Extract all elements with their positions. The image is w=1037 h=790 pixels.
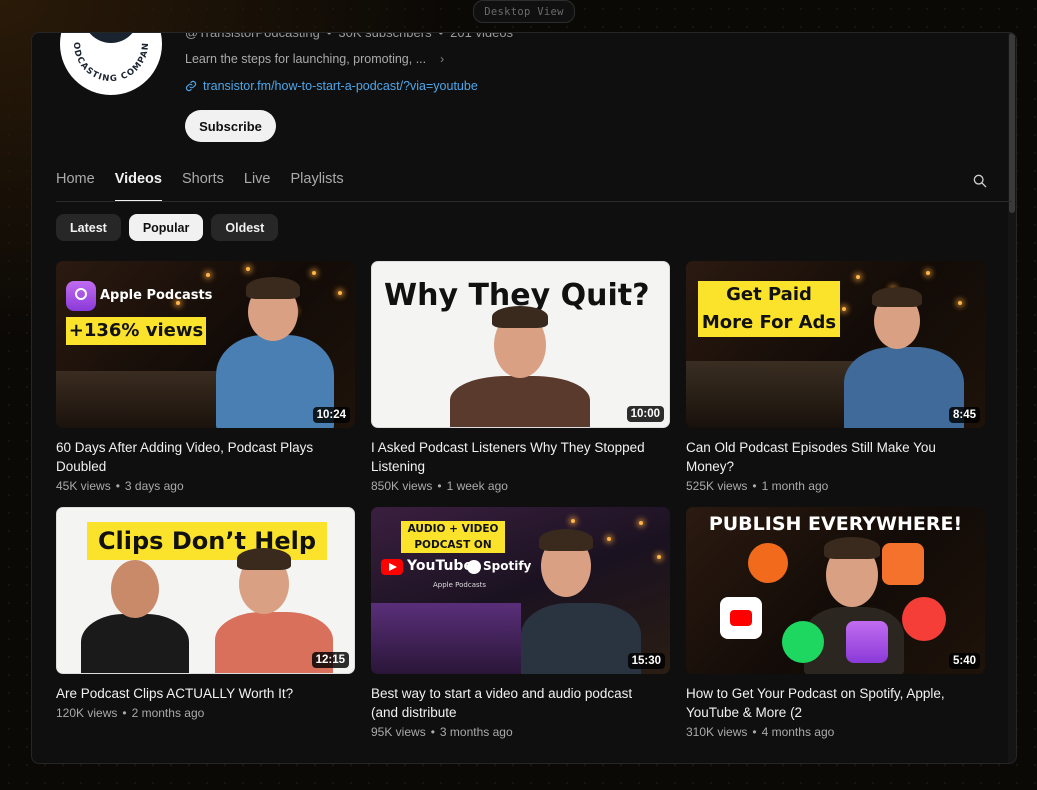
tab-videos[interactable]: Videos bbox=[114, 160, 163, 202]
thumbnail-label: Clips Don’t Help bbox=[87, 522, 327, 560]
video-card[interactable]: PUBLISH EVERYWHERE! 5:40 How to Get Your… bbox=[686, 507, 985, 739]
channel-description-text: Learn the steps for launching, promoting… bbox=[185, 52, 427, 66]
tab-home[interactable]: Home bbox=[56, 160, 95, 202]
tabs-divider bbox=[56, 201, 1012, 202]
video-thumbnail[interactable]: Why They Quit? 10:00 bbox=[371, 261, 670, 428]
thumbnail-label: AUDIO + VIDEO bbox=[401, 521, 505, 537]
video-views: 310K views bbox=[686, 725, 748, 739]
video-duration: 5:40 bbox=[948, 653, 980, 669]
video-views: 850K views bbox=[371, 479, 433, 493]
channel-avatar[interactable]: PODCASTING COMPANY bbox=[60, 33, 162, 95]
video-views: 120K views bbox=[56, 706, 118, 720]
thumbnail-label: More For Ads bbox=[698, 309, 840, 337]
youtube-channel-window: PODCASTING COMPANY @TransistorPodcasting… bbox=[31, 32, 1017, 764]
channel-tabs: Home Videos Shorts Live Playlists bbox=[56, 160, 996, 202]
video-views: 45K views bbox=[56, 479, 111, 493]
video-card[interactable]: Clips Don’t Help 12:15 Are Podcast Clips… bbox=[56, 507, 355, 739]
video-views: 525K views bbox=[686, 479, 748, 493]
scrollbar[interactable] bbox=[1008, 33, 1016, 763]
video-card[interactable]: Apple Podcasts +136% views 10:24 60 Days… bbox=[56, 261, 355, 493]
video-age: 3 days ago bbox=[124, 479, 184, 493]
scrollbar-thumb[interactable] bbox=[1009, 33, 1015, 213]
video-duration: 8:45 bbox=[948, 407, 980, 423]
chip-latest[interactable]: Latest bbox=[56, 214, 121, 241]
thumbnail-label: YouTube bbox=[407, 558, 473, 574]
video-grid: Apple Podcasts +136% views 10:24 60 Days… bbox=[56, 261, 986, 739]
desktop-view-label: Desktop View bbox=[473, 0, 575, 23]
thumbnail-label: PODCAST ON bbox=[401, 537, 505, 553]
thumbnail-label: PUBLISH EVERYWHERE! bbox=[708, 513, 963, 535]
video-duration: 12:15 bbox=[311, 652, 349, 668]
video-age: 1 week ago bbox=[446, 479, 508, 493]
channel-handle: @TransistorPodcasting bbox=[185, 32, 320, 40]
tab-live[interactable]: Live bbox=[244, 160, 271, 202]
sort-chips: Latest Popular Oldest bbox=[56, 214, 279, 241]
video-card[interactable]: Why They Quit? 10:00 I Asked Podcast Lis… bbox=[371, 261, 670, 493]
subscriber-count: 30K subscribers bbox=[338, 32, 432, 40]
video-card[interactable]: Get Paid More For Ads 8:45 Can Old Podca… bbox=[686, 261, 985, 493]
video-title[interactable]: Are Podcast Clips ACTUALLY Worth It? bbox=[56, 684, 346, 703]
video-thumbnail[interactable]: Clips Don’t Help 12:15 bbox=[56, 507, 355, 674]
chip-popular[interactable]: Popular bbox=[128, 214, 204, 241]
channel-meta: @TransistorPodcasting • 30K subscribers • 20… bbox=[185, 32, 514, 40]
chevron-right-icon[interactable]: › bbox=[440, 52, 444, 66]
video-age: 2 months ago bbox=[131, 706, 205, 720]
video-thumbnail[interactable]: PUBLISH EVERYWHERE! 5:40 bbox=[686, 507, 985, 674]
video-meta: 525K views • 1 month ago bbox=[686, 479, 829, 493]
video-thumbnail[interactable]: AUDIO + VIDEO PODCAST ON YouTube Spotify… bbox=[371, 507, 670, 674]
video-card[interactable]: AUDIO + VIDEO PODCAST ON YouTube Spotify… bbox=[371, 507, 670, 739]
video-title[interactable]: Can Old Podcast Episodes Still Make You … bbox=[686, 438, 976, 476]
subscribe-button[interactable]: Subscribe bbox=[185, 110, 276, 142]
thumbnail-label: +136% views bbox=[66, 317, 206, 345]
video-thumbnail[interactable]: Get Paid More For Ads 8:45 bbox=[686, 261, 985, 428]
video-age: 4 months ago bbox=[761, 725, 835, 739]
thumbnail-label: Apple Podcasts bbox=[100, 288, 213, 303]
video-views: 95K views bbox=[371, 725, 426, 739]
channel-link-text[interactable]: transistor.fm/how-to-start-a-podcast/?vi… bbox=[203, 79, 478, 93]
video-title[interactable]: 60 Days After Adding Video, Podcast Play… bbox=[56, 438, 346, 476]
video-count: 201 videos bbox=[450, 32, 514, 40]
link-icon bbox=[185, 80, 197, 92]
video-meta: 120K views • 2 months ago bbox=[56, 706, 205, 720]
video-title[interactable]: Best way to start a video and audio podc… bbox=[371, 684, 661, 722]
video-duration: 10:24 bbox=[312, 407, 350, 423]
video-title[interactable]: I Asked Podcast Listeners Why They Stopp… bbox=[371, 438, 661, 476]
thumbnail-label: Apple Podcasts bbox=[433, 581, 487, 589]
video-meta: 45K views • 3 days ago bbox=[56, 479, 184, 493]
video-title[interactable]: How to Get Your Podcast on Spotify, Appl… bbox=[686, 684, 976, 722]
video-age: 3 months ago bbox=[439, 725, 513, 739]
channel-description[interactable]: Learn the steps for launching, promoting… bbox=[185, 52, 444, 66]
thumbnail-label: Get Paid bbox=[698, 281, 840, 309]
tab-shorts[interactable]: Shorts bbox=[182, 160, 224, 202]
video-duration: 10:00 bbox=[626, 406, 664, 422]
thumbnail-label: Spotify bbox=[483, 559, 532, 573]
search-icon[interactable] bbox=[972, 173, 988, 189]
video-duration: 15:30 bbox=[627, 653, 665, 669]
chip-oldest[interactable]: Oldest bbox=[211, 214, 279, 241]
channel-link[interactable]: transistor.fm/how-to-start-a-podcast/?vi… bbox=[185, 79, 478, 93]
tab-playlists[interactable]: Playlists bbox=[291, 160, 344, 202]
video-meta: 95K views • 3 months ago bbox=[371, 725, 513, 739]
video-meta: 850K views • 1 week ago bbox=[371, 479, 508, 493]
video-meta: 310K views • 4 months ago bbox=[686, 725, 835, 739]
video-age: 1 month ago bbox=[761, 479, 829, 493]
video-thumbnail[interactable]: Apple Podcasts +136% views 10:24 bbox=[56, 261, 355, 428]
